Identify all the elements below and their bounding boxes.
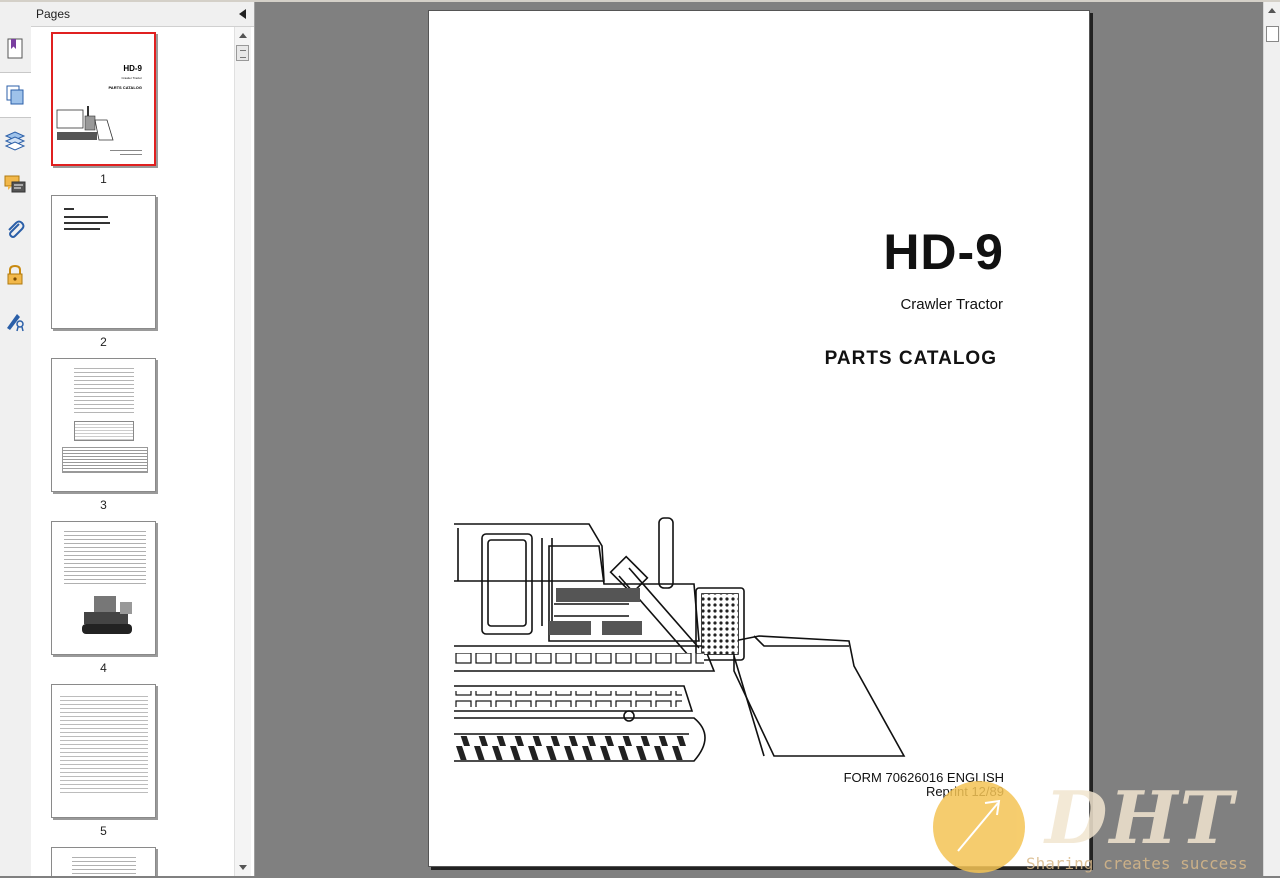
security-icon[interactable] [3, 262, 27, 288]
scrollbar-thumb[interactable] [236, 45, 249, 61]
scroll-up-arrow[interactable] [239, 33, 247, 38]
scroll-down-arrow[interactable] [239, 865, 247, 870]
page-number-2: 2 [100, 335, 107, 349]
thumb-text-line [64, 228, 100, 230]
thumb-text-block [64, 528, 146, 584]
thumb-text-line [64, 208, 74, 210]
scroll-up-arrow[interactable] [1268, 8, 1276, 13]
page-number-5: 5 [100, 824, 107, 838]
thumb-footer-line [120, 154, 142, 155]
reprint-date: Reprint 12/89 [925, 784, 1004, 799]
document-canvas[interactable]: HD-9 Crawler Tractor PARTS CATALOG FORM … [255, 2, 1263, 876]
page-number-4: 4 [100, 661, 107, 675]
thumb-footer-line [110, 150, 142, 151]
thumb-catalog: PARTS CATALOG [108, 85, 142, 90]
document-title: HD-9 [883, 224, 1004, 280]
thumbnail-page-3[interactable] [51, 358, 156, 492]
thumb-text-block [62, 447, 148, 473]
document-page[interactable]: HD-9 Crawler Tractor PARTS CATALOG FORM … [428, 10, 1090, 867]
navigation-rail [0, 2, 32, 876]
layers-icon[interactable] [3, 127, 27, 153]
thumbnail-page-6[interactable] [51, 847, 156, 876]
form-number: FORM 70626016 ENGLISH [843, 770, 1004, 785]
thumb-text-block [60, 693, 148, 793]
signatures-icon[interactable] [3, 307, 27, 333]
thumb-title: HD-9 [123, 64, 142, 73]
document-subtitle: Crawler Tractor [900, 296, 1003, 313]
thumbnail-scrollbar[interactable] [234, 27, 251, 876]
page-number-3: 3 [100, 498, 107, 512]
thumb-box [74, 421, 134, 441]
pages-panel: Pages HD-9 Crawler Tractor PARTS CATALOG… [31, 2, 255, 876]
tractor-illustration [454, 517, 906, 762]
document-scrollbar[interactable] [1263, 2, 1280, 876]
thumbnail-page-2[interactable] [51, 195, 156, 329]
page-number-1: 1 [100, 172, 107, 186]
thumb-text-line [64, 222, 110, 224]
attachments-icon[interactable] [3, 217, 27, 243]
thumb-subtitle: Crawler Tractor [121, 76, 142, 80]
thumb-text-block [72, 854, 136, 876]
panel-title: Pages [36, 7, 71, 21]
pages-panel-header: Pages [31, 2, 254, 27]
comments-icon[interactable] [3, 172, 27, 198]
thumbnail-page-5[interactable] [51, 684, 156, 818]
document-catalog-heading: PARTS CATALOG [824, 348, 997, 369]
thumb-tractor-illustration [56, 106, 114, 141]
thumb-text-line [64, 216, 108, 218]
thumb-tractor-illustration [82, 596, 132, 634]
thumb-text-block [74, 365, 134, 415]
scrollbar-thumb[interactable] [1266, 26, 1279, 42]
thumbnail-page-1[interactable]: HD-9 Crawler Tractor PARTS CATALOG [51, 32, 156, 166]
pages-icon[interactable] [0, 72, 31, 118]
bookmarks-icon[interactable] [3, 36, 27, 62]
thumbnail-page-4[interactable] [51, 521, 156, 655]
thumbnail-list: HD-9 Crawler Tractor PARTS CATALOG 1 2 3 [31, 27, 234, 876]
collapse-panel-button[interactable] [239, 9, 246, 19]
